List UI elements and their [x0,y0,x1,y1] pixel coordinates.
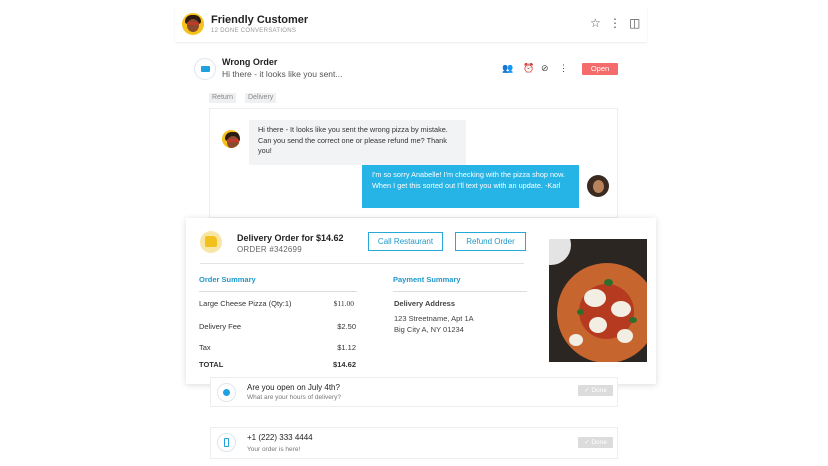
conversation-count: 12 DONE CONVERSATIONS [211,28,297,34]
item-subtitle: What are your hours of delivery? [247,394,341,401]
outgoing-message: I'm so sorry Anabelle! I'm checking with… [362,165,579,208]
item-title: Are you open on July 4th? [247,383,340,392]
chat-channel-icon [217,383,236,402]
divider [199,291,357,292]
payment-summary-title: Payment Summary [393,275,461,284]
order-title: Delivery Order for $14.62 [237,233,344,243]
done-check-icon[interactable]: ⊘ [541,63,549,74]
order-item-label: Tax [199,343,211,352]
conversation-title: Wrong Order [222,57,278,67]
tag-return[interactable]: Return [209,93,237,103]
order-item-value: $2.50 [337,322,356,331]
status-badge[interactable]: Open [582,63,618,75]
done-button[interactable]: ✓ Done [578,385,613,396]
conversation-header: Friendly Customer 12 DONE CONVERSATIONS … [175,6,647,42]
more-icon[interactable]: ⋮ [559,63,568,74]
assign-icon[interactable]: 👥 [502,63,513,74]
order-total-label: TOTAL [199,360,224,369]
customer-avatar[interactable] [182,13,204,35]
tag-delivery[interactable]: Delivery [245,93,277,103]
agent-avatar [587,175,609,197]
conversation-preview: Hi there - it looks like you sent... [222,69,343,79]
customer-name: Friendly Customer [211,14,309,26]
delivery-address-label: Delivery Address [394,299,456,308]
order-item-label: Large Cheese Pizza (Qty:1) [199,299,292,308]
more-icon[interactable]: ⋮ [609,16,621,30]
address-line: Big City A, NY 01234 [394,325,464,334]
list-item[interactable]: Are you open on July 4th? What are your … [210,377,618,407]
done-button[interactable]: ✓ Done [578,437,613,448]
order-summary-title: Order Summary [199,275,256,284]
message-thread: Hi there - It looks like you sent the wr… [209,108,618,218]
phone-icon [217,433,236,452]
panel-toggle-icon[interactable]: ◫ [629,16,640,30]
incoming-message: Hi there - It looks like you sent the wr… [249,120,466,165]
order-total-value: $14.62 [333,360,356,369]
item-subtitle: Your order is here! [247,446,301,453]
thumbs-up-icon [200,231,222,253]
item-title: +1 (222) 333 4444 [247,433,313,442]
order-item-label: Delivery Fee [199,322,242,331]
customer-avatar [222,130,240,148]
refund-order-button[interactable]: Refund Order [455,232,526,251]
divider [393,291,527,292]
snooze-icon[interactable]: ⏰ [523,63,534,74]
call-restaurant-button[interactable]: Call Restaurant [368,232,443,251]
order-item-value: $11.00 [333,299,354,308]
conversation-row[interactable]: Wrong Order Hi there - it looks like you… [185,50,625,88]
address-line: 123 Streetname, Apt 1A [394,314,474,323]
star-icon[interactable]: ☆ [590,16,601,30]
email-channel-icon [194,58,216,80]
order-number: ORDER #342699 [237,245,302,254]
order-card: Delivery Order for $14.62 ORDER #342699 … [186,218,656,384]
pizza-image [549,239,647,362]
order-item-value: $1.12 [337,343,356,352]
divider [200,263,524,264]
list-item[interactable]: +1 (222) 333 4444 Your order is here! ✓ … [210,427,618,459]
